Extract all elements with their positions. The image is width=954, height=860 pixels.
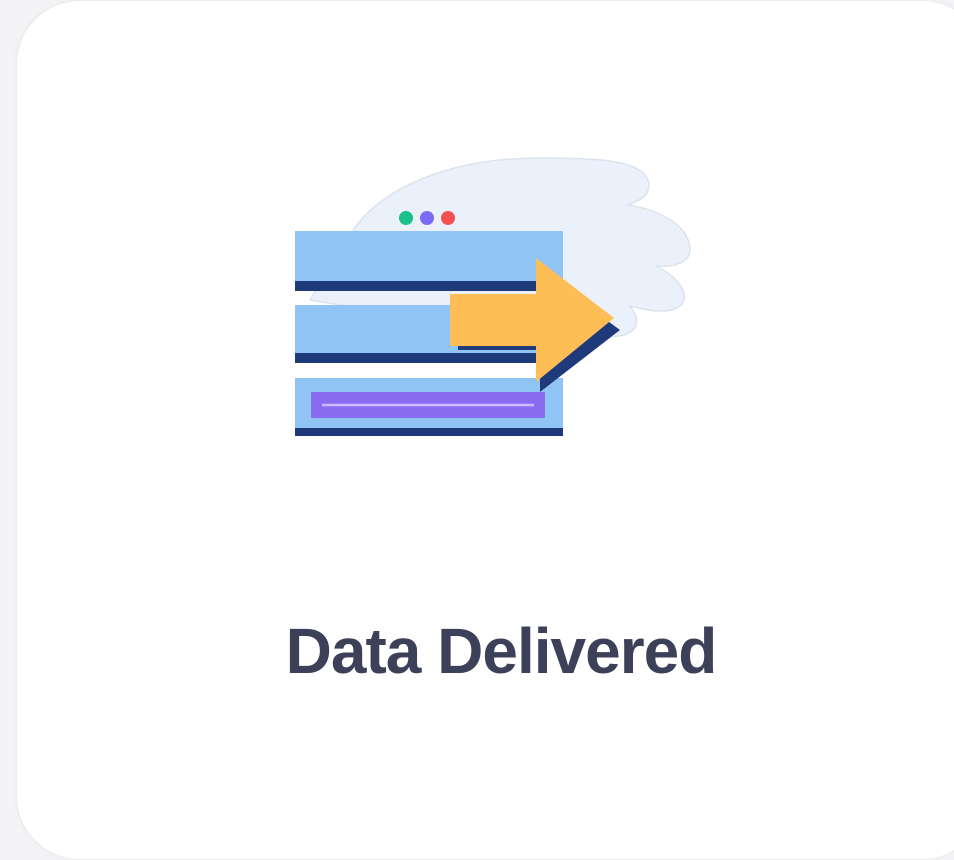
feature-card: Data Delivered [16, 0, 954, 860]
card-title: Data Delivered [285, 615, 718, 687]
